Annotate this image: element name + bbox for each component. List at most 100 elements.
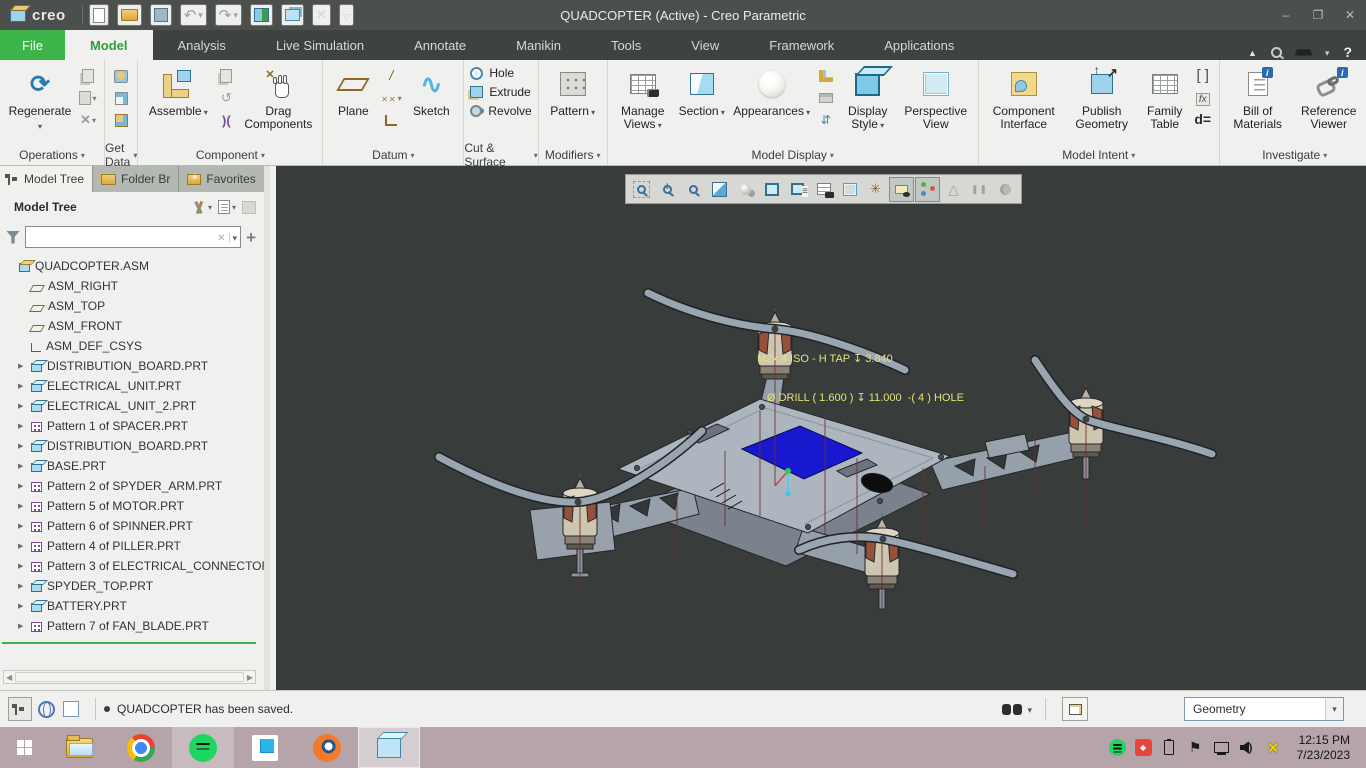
tree-item[interactable]: BASE.PRT [0,456,264,476]
reorder-button[interactable] [816,111,836,129]
minimize-ribbon-icon[interactable] [1248,45,1257,59]
expand-arrow-icon[interactable] [18,542,26,550]
close-button[interactable]: ✕ [1334,0,1366,30]
creo-app-icon[interactable] [358,727,420,768]
switch-symbols-button[interactable] [1193,67,1213,85]
panel-tab-favorites[interactable]: Favorites [178,166,263,192]
get-data-group-label[interactable]: Get Data [105,145,137,165]
window-switch-icon[interactable] [281,4,304,26]
select-geometry-button[interactable] [1062,697,1088,721]
selection-filter-dropdown[interactable]: Geometry ▾ [1184,697,1344,721]
blender-icon[interactable] [296,727,358,768]
refit-icon[interactable] [707,177,732,202]
component-interface-button[interactable]: Component Interface [985,64,1063,131]
panel-tab-folder-browser[interactable]: Folder Br [92,166,178,192]
chrome-icon[interactable] [110,727,172,768]
tree-item[interactable]: DISTRIBUTION_BOARD.PRT [0,356,264,376]
resume-icon[interactable] [993,177,1018,202]
section-button[interactable]: Section [676,64,728,119]
component-group-label[interactable]: Component [138,145,322,165]
model-intent-group-label[interactable]: Model Intent [979,145,1219,165]
tree-item[interactable]: ASM_RIGHT [0,276,264,296]
volume-tray-icon[interactable] [1239,739,1256,756]
tree-item[interactable]: ELECTRICAL_UNIT_2.PRT [0,396,264,416]
sketch-button[interactable]: Sketch [405,64,457,118]
flag-tray-icon[interactable] [1187,739,1204,756]
regenerate-quick-icon[interactable] [250,4,273,26]
expand-arrow-icon[interactable] [18,502,26,510]
restore-button[interactable]: ❐ [1302,0,1334,30]
investigate-group-label[interactable]: Investigate [1220,145,1366,165]
annotation-display-icon[interactable] [889,177,914,202]
reference-viewer-button[interactable]: Reference Viewer [1294,64,1364,131]
expand-arrow-icon[interactable] [18,522,26,530]
start-button[interactable] [0,727,48,768]
undo-icon[interactable] [180,4,207,26]
publish-geometry-button[interactable]: Publish Geometry [1067,64,1137,131]
command-search-icon[interactable] [1271,47,1282,58]
expand-arrow-icon[interactable] [18,442,26,450]
save-icon[interactable] [150,4,172,26]
pattern-button[interactable]: Pattern [545,64,601,119]
learning-icon[interactable] [1295,49,1312,55]
taskbar-clock[interactable]: 12:15 PM 7/23/2023 [1291,733,1356,763]
tree-item[interactable]: ASM_TOP [0,296,264,316]
file-explorer-icon[interactable] [48,727,110,768]
network-tray-icon[interactable] [1213,739,1230,756]
expand-arrow-icon[interactable] [18,402,26,410]
expand-arrow-icon[interactable] [18,582,26,590]
tab-applications[interactable]: Applications [859,30,979,60]
create-component-button[interactable] [216,67,236,85]
close-window-icon[interactable] [312,4,331,26]
point-button[interactable] [381,89,401,107]
panel-tab-model-tree[interactable]: Model Tree [0,166,92,192]
saved-orientations-icon[interactable] [785,177,810,202]
customize-toolbar-icon[interactable] [339,4,354,26]
plane-button[interactable]: Plane [329,64,377,118]
expand-arrow-icon[interactable] [18,622,26,630]
filter-icon[interactable] [6,231,20,244]
scroll-left-icon[interactable]: ◀ [6,673,12,682]
axis-button[interactable] [381,67,401,85]
expand-arrow-icon[interactable] [18,482,26,490]
parameters-button[interactable] [1193,111,1213,129]
assemble-button[interactable]: Assemble [144,64,212,119]
spotify-icon[interactable] [172,727,234,768]
tab-tools[interactable]: Tools [586,30,666,60]
display-style-button[interactable]: Display Style [840,64,896,132]
mirror-component-button[interactable]: )( [216,111,236,129]
place-data-button[interactable] [111,89,131,107]
paint-app-icon[interactable] [234,727,296,768]
expand-arrow-icon[interactable] [18,362,26,370]
sync-tray-icon[interactable] [1135,739,1152,756]
bill-of-materials-button[interactable]: Bill of Materials [1226,64,1290,131]
zoom-in-icon[interactable] [655,177,680,202]
expand-arrow-icon[interactable] [18,382,26,390]
model-display-group-label[interactable]: Model Display [608,145,978,165]
tab-framework[interactable]: Framework [744,30,859,60]
tree-item[interactable]: Pattern 6 of SPINNER.PRT [0,516,264,536]
learning-caret-icon[interactable] [1325,45,1330,59]
datum-group-label[interactable]: Datum [323,145,463,165]
tree-item[interactable]: Pattern 3 of ELECTRICAL_CONNECTOR.PRT [0,556,264,576]
help-icon[interactable] [1343,44,1352,60]
pause-icon[interactable] [967,177,992,202]
import-button[interactable] [111,67,131,85]
tab-view[interactable]: View [666,30,744,60]
browser-toggle-icon[interactable] [38,701,55,718]
minimize-button[interactable]: – [1270,0,1302,30]
graphics-area[interactable]: M2x.4 ISO - H TAP ↧ 3.840 Ø DRILL ( 1.60… [276,166,1366,690]
hole-button[interactable]: Hole [470,66,514,80]
tree-item[interactable]: DISTRIBUTION_BOARD.PRT [0,436,264,456]
add-filter-button[interactable]: + [246,229,256,246]
tree-item[interactable]: Pattern 7 of FAN_BLADE.PRT [0,616,264,636]
analysis-display-icon[interactable] [941,177,966,202]
family-table-button[interactable]: Family Table [1141,64,1189,131]
manage-views-button[interactable]: Manage Views [614,64,672,132]
paste-button[interactable] [78,89,98,107]
tab-manikin[interactable]: Manikin [491,30,586,60]
navigator-toggle-button[interactable] [8,697,32,721]
tree-tools-button[interactable] [193,201,212,214]
tab-annotate[interactable]: Annotate [389,30,491,60]
filter-options-caret-icon[interactable] [229,228,241,246]
